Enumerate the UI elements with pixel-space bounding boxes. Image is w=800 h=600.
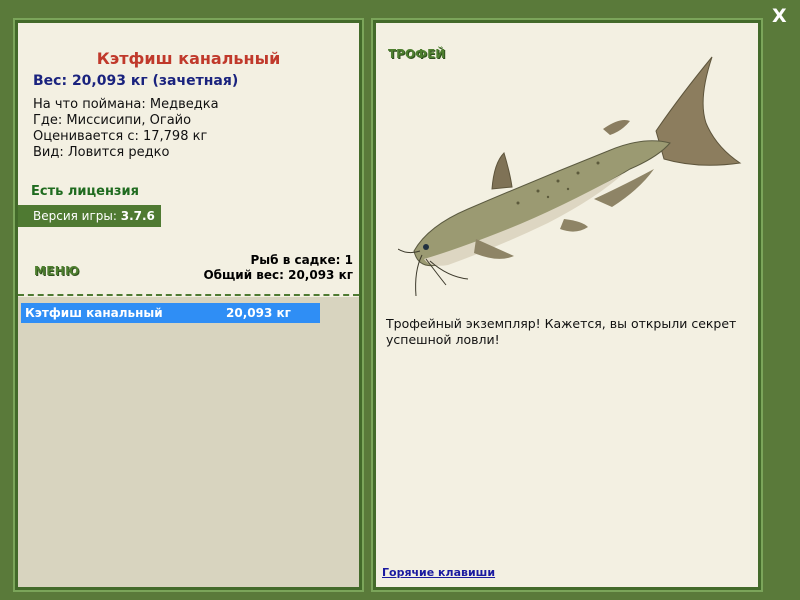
menu-button[interactable]: МЕНЮ [34,264,79,278]
value-info: Оценивается с: 17,798 кг [33,129,208,144]
version-box: Версия игры: 3.7.6 [18,205,161,227]
version-number: 3.7.6 [120,209,155,223]
license-status: Есть лицензия [31,184,139,199]
fish-weight: Вес: 20,093 кг (зачетная) [33,73,239,89]
catfish-image [398,56,742,297]
trophy-panel: ТРОФЕЙ Трофейный экземпляр! Кажется, вы … [371,18,763,592]
fish-info-panel: Кэтфиш канальный Вес: 20,093 кг (зачетна… [13,18,364,592]
cage-stats: Рыб в садке: 1 Общий вес: 20,093 кг [203,253,353,283]
rarity-info: Вид: Ловится редко [33,145,170,160]
fish-name: Кэтфиш канальный [96,49,281,68]
cage-total-weight: Общий вес: 20,093 кг [203,268,353,282]
version-label: Версия игры: [33,209,121,223]
divider [18,294,359,296]
catch-item-name: Кэтфиш канальный [25,306,163,320]
bait-info: На что поймана: Медведка [33,97,219,112]
hotkeys-link[interactable]: Горячие клавиши [382,566,495,579]
close-button[interactable]: X [772,6,787,26]
catch-item-weight: 20,093 кг [226,306,291,320]
catch-list-item[interactable]: Кэтфиш канальный 20,093 кг [21,303,320,323]
cage-count: Рыб в садке: 1 [250,253,354,267]
trophy-description: Трофейный экземпляр! Кажется, вы открыли… [386,316,737,347]
location-info: Где: Миссисипи, Огайо [33,113,192,128]
catch-list: Кэтфиш канальный 20,093 кг [18,297,359,587]
